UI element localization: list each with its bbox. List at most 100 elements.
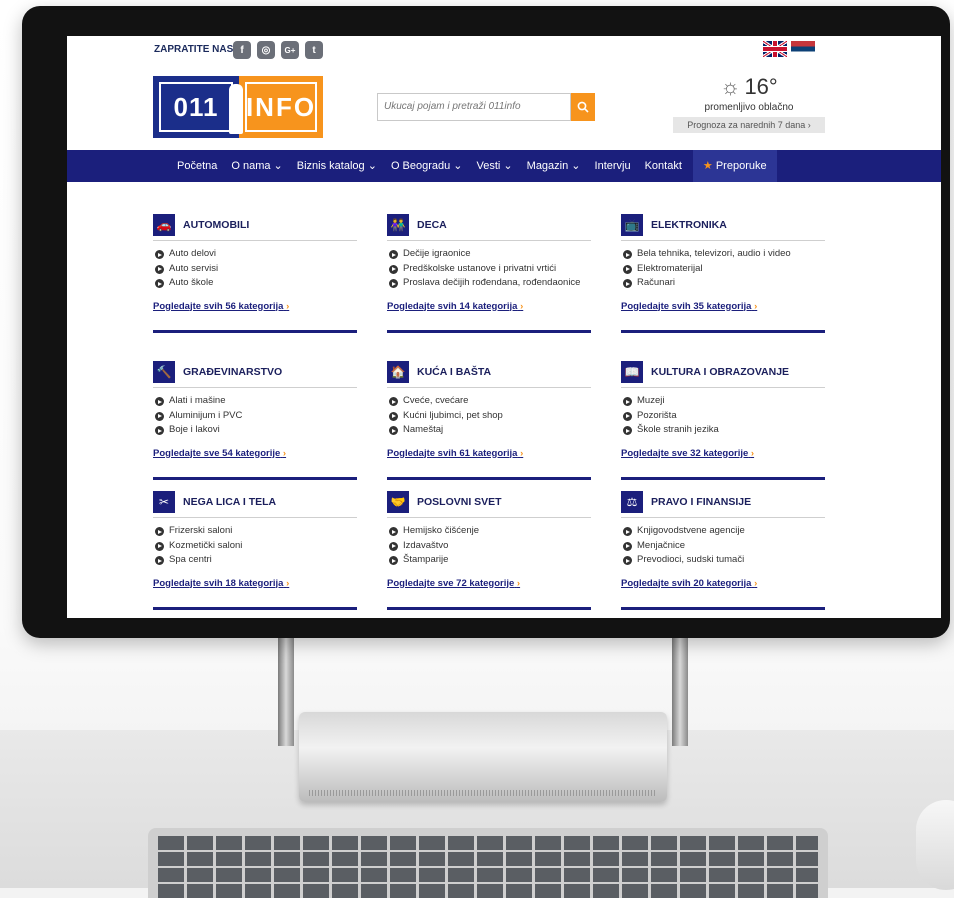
category-title[interactable]: ELEKTRONIKA <box>651 219 727 231</box>
category-link[interactable]: Frizerski saloni <box>153 524 357 539</box>
category-header[interactable]: 🤝 POSLOVNI SVET <box>387 491 591 518</box>
category-links: Knjigovodstvene agencije Menjačnice Prevod… <box>621 524 825 568</box>
category-link[interactable]: Štamparije <box>387 553 591 568</box>
category-link[interactable]: Proslava dečijih rođendana, rođendaonice <box>387 276 591 291</box>
see-all-link[interactable]: Pogledajte sve 54 kategorije › <box>153 448 357 459</box>
category-title[interactable]: DECA <box>417 219 447 231</box>
serbian-flag-icon[interactable] <box>791 41 815 57</box>
category-title[interactable]: KUĆA I BAŠTA <box>417 366 491 378</box>
category-link[interactable]: Knjigovodstvene agencije <box>621 524 825 539</box>
category-link[interactable]: Alati i mašine <box>153 394 357 409</box>
category-link[interactable]: Auto delovi <box>153 247 357 262</box>
category-links: Hemijsko čišćenje Izdavaštvo Štamparije <box>387 524 591 568</box>
search-input[interactable] <box>378 94 570 118</box>
category-card: ⚖ PRAVO I FINANSIJE Knjigovodstvene agenci… <box>621 491 825 610</box>
category-header[interactable]: 📺 ELEKTRONIKA <box>621 214 825 241</box>
category-links: Muzeji Pozorišta Škole stranih jezika <box>621 394 825 438</box>
category-link[interactable]: Auto servisi <box>153 262 357 277</box>
handshake-icon: 🤝 <box>387 491 409 513</box>
chevron-right-icon: › <box>520 300 524 312</box>
twitter-icon[interactable]: t <box>305 41 323 59</box>
category-links: Alati i mašine Aluminijum i PVC Boje i lak… <box>153 394 357 438</box>
see-all-label: Pogledajte sve 72 kategorije <box>387 577 515 589</box>
children-icon: 👫 <box>387 214 409 236</box>
instagram-icon[interactable]: ◎ <box>257 41 275 59</box>
category-link[interactable]: Bela tehnika, televizori, audio i video <box>621 247 825 262</box>
category-link[interactable]: Kućni ljubimci, pet shop <box>387 409 591 424</box>
category-title[interactable]: KULTURA I OBRAZOVANJE <box>651 366 789 378</box>
nav-item-preporuke-label: Preporuke <box>715 160 767 172</box>
nav-item-o-nama[interactable]: O nama ⌄ <box>224 150 289 182</box>
nav-item-o-beogradu[interactable]: O Beogradu ⌄ <box>384 150 470 182</box>
category-link[interactable]: Elektromaterijal <box>621 262 825 277</box>
nav-item-vesti[interactable]: Vesti ⌄ <box>470 150 520 182</box>
category-links: Dečije igraonice Predškolske ustanove i p… <box>387 247 591 291</box>
star-icon: ★ <box>702 160 713 172</box>
nav-item-intervju[interactable]: Intervju <box>588 150 638 182</box>
category-link[interactable]: Boje i lakovi <box>153 423 357 438</box>
category-card: 📖 KULTURA I OBRAZOVANJE Muzeji Pozorišta Ško… <box>621 361 825 480</box>
category-link[interactable]: Nameštaj <box>387 423 591 438</box>
category-header[interactable]: 🔨 GRAĐEVINARSTVO <box>153 361 357 388</box>
see-all-link[interactable]: Pogledajte sve 32 kategorije › <box>621 448 825 459</box>
follow-us-label: ZAPRATITE NAS <box>154 44 234 55</box>
scissors-icon: ✂ <box>153 491 175 513</box>
see-all-link[interactable]: Pogledajte svih 35 kategorija › <box>621 301 825 312</box>
forecast-link[interactable]: Prognoza za narednih 7 dana › <box>673 117 825 133</box>
category-title[interactable]: GRAĐEVINARSTVO <box>183 366 282 378</box>
nav-item-preporuke[interactable]: ★ Preporuke <box>692 150 777 182</box>
car-icon: 🚗 <box>153 214 175 236</box>
category-link[interactable]: Pozorišta <box>621 409 825 424</box>
category-link[interactable]: Menjačnice <box>621 539 825 554</box>
logo-left-text: 011 <box>159 82 233 132</box>
category-link[interactable]: Predškolske ustanove i privatni vrtići <box>387 262 591 277</box>
category-link[interactable]: Cveće, cvećare <box>387 394 591 409</box>
chevron-right-icon: › <box>516 577 521 589</box>
category-link[interactable]: Izdavaštvo <box>387 539 591 554</box>
search-button[interactable] <box>571 93 595 121</box>
website-screen: ZAPRATITE NAS f ◎ G+ t 011 INFO ☼16° <box>67 36 941 618</box>
chevron-right-icon: › <box>282 447 287 459</box>
chevron-right-icon: › <box>286 300 290 312</box>
category-title[interactable]: PRAVO I FINANSIJE <box>651 496 751 508</box>
chevron-right-icon: › <box>286 577 290 589</box>
category-card: 🔨 GRAĐEVINARSTVO Alati i mašine Aluminijum … <box>153 361 357 480</box>
category-title[interactable]: NEGA LICA I TELA <box>183 496 276 508</box>
nav-item-magazin[interactable]: Magazin ⌄ <box>520 150 588 182</box>
category-link[interactable]: Spa centri <box>153 553 357 568</box>
category-header[interactable]: 👫 DECA <box>387 214 591 241</box>
google-plus-icon[interactable]: G+ <box>281 41 299 59</box>
category-link[interactable]: Auto škole <box>153 276 357 291</box>
category-link[interactable]: Škole stranih jezika <box>621 423 825 438</box>
category-header[interactable]: 🏠 KUĆA I BAŠTA <box>387 361 591 388</box>
site-logo[interactable]: 011 INFO <box>153 76 323 138</box>
nav-item-pocetna[interactable]: Početna <box>170 150 224 182</box>
see-all-link[interactable]: Pogledajte svih 18 kategorija › <box>153 578 357 589</box>
category-title[interactable]: AUTOMOBILI <box>183 219 249 231</box>
category-title[interactable]: POSLOVNI SVET <box>417 496 502 508</box>
category-link[interactable]: Hemijsko čišćenje <box>387 524 591 539</box>
category-header[interactable]: ⚖ PRAVO I FINANSIJE <box>621 491 825 518</box>
category-header[interactable]: 📖 KULTURA I OBRAZOVANJE <box>621 361 825 388</box>
facebook-icon[interactable]: f <box>233 41 251 59</box>
category-link[interactable]: Prevodioci, sudski tumači <box>621 553 825 568</box>
see-all-link[interactable]: Pogledajte sve 72 kategorije › <box>387 578 591 589</box>
category-link[interactable]: Aluminijum i PVC <box>153 409 357 424</box>
mouse <box>916 800 954 890</box>
see-all-link[interactable]: Pogledajte svih 61 kategorija › <box>387 448 591 459</box>
category-link[interactable]: Muzeji <box>621 394 825 409</box>
see-all-link[interactable]: Pogledajte svih 14 kategorija › <box>387 301 591 312</box>
see-all-link[interactable]: Pogledajte svih 20 kategorija › <box>621 578 825 589</box>
see-all-link[interactable]: Pogledajte svih 56 kategorija › <box>153 301 357 312</box>
category-header[interactable]: ✂ NEGA LICA I TELA <box>153 491 357 518</box>
category-header[interactable]: 🚗 AUTOMOBILI <box>153 214 357 241</box>
book-icon: 📖 <box>621 361 643 383</box>
category-link[interactable]: Dečije igraonice <box>387 247 591 262</box>
nav-item-kontakt[interactable]: Kontakt <box>638 150 689 182</box>
english-flag-icon[interactable] <box>763 41 787 57</box>
nav-item-biznis-katalog[interactable]: Biznis katalog ⌄ <box>290 150 384 182</box>
category-divider <box>621 476 825 480</box>
category-link[interactable]: Računari <box>621 276 825 291</box>
category-divider <box>621 606 825 610</box>
category-link[interactable]: Kozmetički saloni <box>153 539 357 554</box>
